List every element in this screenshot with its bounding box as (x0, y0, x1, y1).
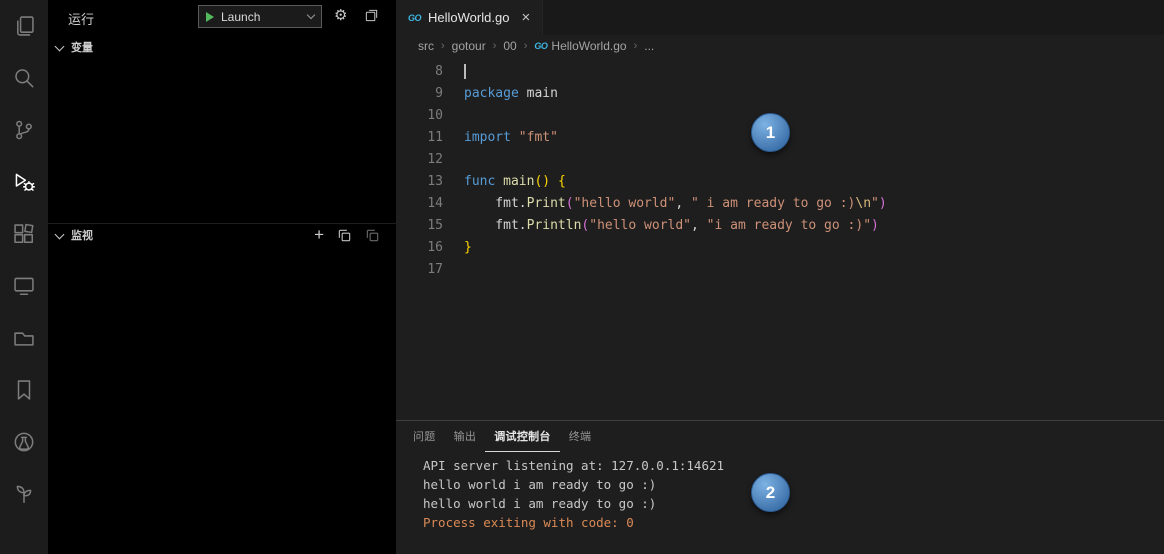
code-line[interactable]: 12 (396, 149, 1164, 171)
code-line[interactable]: 16} (396, 237, 1164, 259)
outline-icon[interactable] (0, 468, 48, 520)
close-tab-icon[interactable]: × (521, 9, 530, 26)
breadcrumb-separator: › (523, 40, 528, 52)
watch-section-actions: + (314, 226, 396, 243)
extensions-icon[interactable] (0, 208, 48, 260)
breadcrumb-separator: › (492, 40, 497, 52)
code-text: import "fmt" (464, 130, 558, 145)
go-file-icon: GO (408, 12, 422, 23)
line-number: 8 (435, 64, 443, 79)
run-debug-sidebar: 运行 Launch ⚙ 变量 监视 + (48, 0, 396, 554)
code-editor[interactable]: 8 9 package main 10 11 import "fmt" 12 13 func m… (396, 57, 1164, 420)
line-number: 10 (427, 108, 443, 123)
annotation-badge-2: 2 (751, 473, 790, 512)
chevron-down-icon (306, 10, 316, 20)
activity-bar (0, 0, 48, 554)
sidebar-header: 运行 Launch ⚙ (48, 0, 396, 34)
tab-label: HelloWorld.go (428, 10, 510, 25)
variables-section-label: 变量 (71, 42, 93, 54)
editor-area: GO HelloWorld.go × src › gotour › 00 › GO Hello… (396, 0, 1164, 554)
chevron-down-icon (54, 41, 65, 51)
code-line[interactable]: 8 (396, 61, 1164, 83)
copy-icon[interactable] (337, 228, 352, 243)
breadcrumb-item[interactable]: gotour (452, 39, 486, 53)
remote-explorer-icon[interactable] (0, 260, 48, 312)
vscode-window: 运行 Launch ⚙ 变量 监视 + GO HelloWorld.go × s… (0, 0, 1164, 554)
breadcrumb-item[interactable]: ... (644, 39, 654, 53)
line-number: 16 (427, 240, 443, 255)
line-number: 14 (427, 196, 443, 211)
line-number: 15 (427, 218, 443, 233)
go-file-icon: GO (534, 41, 548, 51)
line-number: 11 (427, 130, 443, 145)
breadcrumb: src › gotour › 00 › GO HelloWorld.go ›... (396, 35, 1164, 57)
breadcrumb-item[interactable]: 00 (503, 39, 516, 53)
sidebar-title: 运行 (68, 12, 95, 27)
line-number: 17 (427, 262, 443, 277)
start-debugging-icon[interactable] (206, 11, 214, 22)
code-line[interactable]: 13 func main() { (396, 171, 1164, 193)
bookmarks-icon[interactable] (0, 364, 48, 416)
search-icon[interactable] (0, 52, 48, 104)
code-text: package main (464, 86, 558, 101)
console-line: API server listening at: 127.0.0.1:14621 (423, 458, 725, 473)
console-line: Process exiting with code: 0 (423, 515, 634, 530)
text-cursor (464, 64, 466, 79)
code-text: fmt.Print("hello world", " i am ready to… (464, 196, 887, 211)
source-control-icon[interactable] (0, 104, 48, 156)
code-text: func main() { (464, 174, 566, 189)
line-number: 13 (427, 174, 443, 189)
editor-tabbar: GO HelloWorld.go × (396, 0, 1164, 35)
panel-tab-debug-console[interactable]: 调试控制台 (485, 421, 560, 452)
launch-config-label: Launch (221, 9, 261, 24)
watch-section-label: 监视 (71, 230, 93, 242)
tab-helloworld-go[interactable]: GO HelloWorld.go × (396, 0, 544, 35)
chevron-down-icon (54, 229, 65, 239)
panel-tab-terminal[interactable]: 终端 (560, 421, 601, 452)
launch-config-dropdown[interactable]: Launch (198, 5, 322, 28)
add-watch-expression-icon[interactable]: + (314, 226, 324, 243)
annotation-badge-1: 1 (751, 113, 790, 152)
code-line[interactable]: 17 (396, 259, 1164, 281)
code-text: } (464, 240, 472, 255)
breadcrumb-separator: › (633, 40, 638, 52)
gear-icon[interactable]: ⚙ (334, 6, 347, 26)
console-line: hello world i am ready to go :) (423, 496, 657, 511)
run-debug-icon[interactable] (0, 156, 48, 208)
explorer-icon[interactable] (0, 0, 48, 52)
collapse-all-icon[interactable] (365, 228, 380, 243)
breadcrumb-separator: › (441, 40, 445, 52)
test-explorer-icon[interactable] (0, 416, 48, 468)
code-text (443, 61, 466, 83)
line-number: 9 (435, 86, 443, 101)
code-line[interactable]: 15 fmt.Println("hello world", "i am read… (396, 215, 1164, 237)
code-line[interactable]: 14 fmt.Print("hello world", " i am ready… (396, 193, 1164, 215)
line-number: 12 (427, 152, 443, 167)
code-line[interactable]: 9 package main (396, 83, 1164, 105)
variables-section-header[interactable]: 变量 (48, 36, 396, 58)
code-text: fmt.Println("hello world", "i am ready t… (464, 218, 879, 233)
open-debug-console-icon[interactable] (364, 8, 379, 29)
console-line: hello world i am ready to go :) (423, 477, 657, 492)
containers-icon[interactable] (0, 312, 48, 364)
panel-tab-problems[interactable]: 问题 (404, 421, 445, 452)
breadcrumb-item[interactable]: src (418, 39, 434, 53)
breadcrumb-item[interactable]: GO HelloWorld.go (534, 39, 626, 53)
panel-tabs: 问题 输出 调试控制台 终端 (396, 421, 1164, 452)
watch-section-header[interactable]: 监视 + (48, 223, 396, 246)
panel-tab-output[interactable]: 输出 (445, 421, 486, 452)
